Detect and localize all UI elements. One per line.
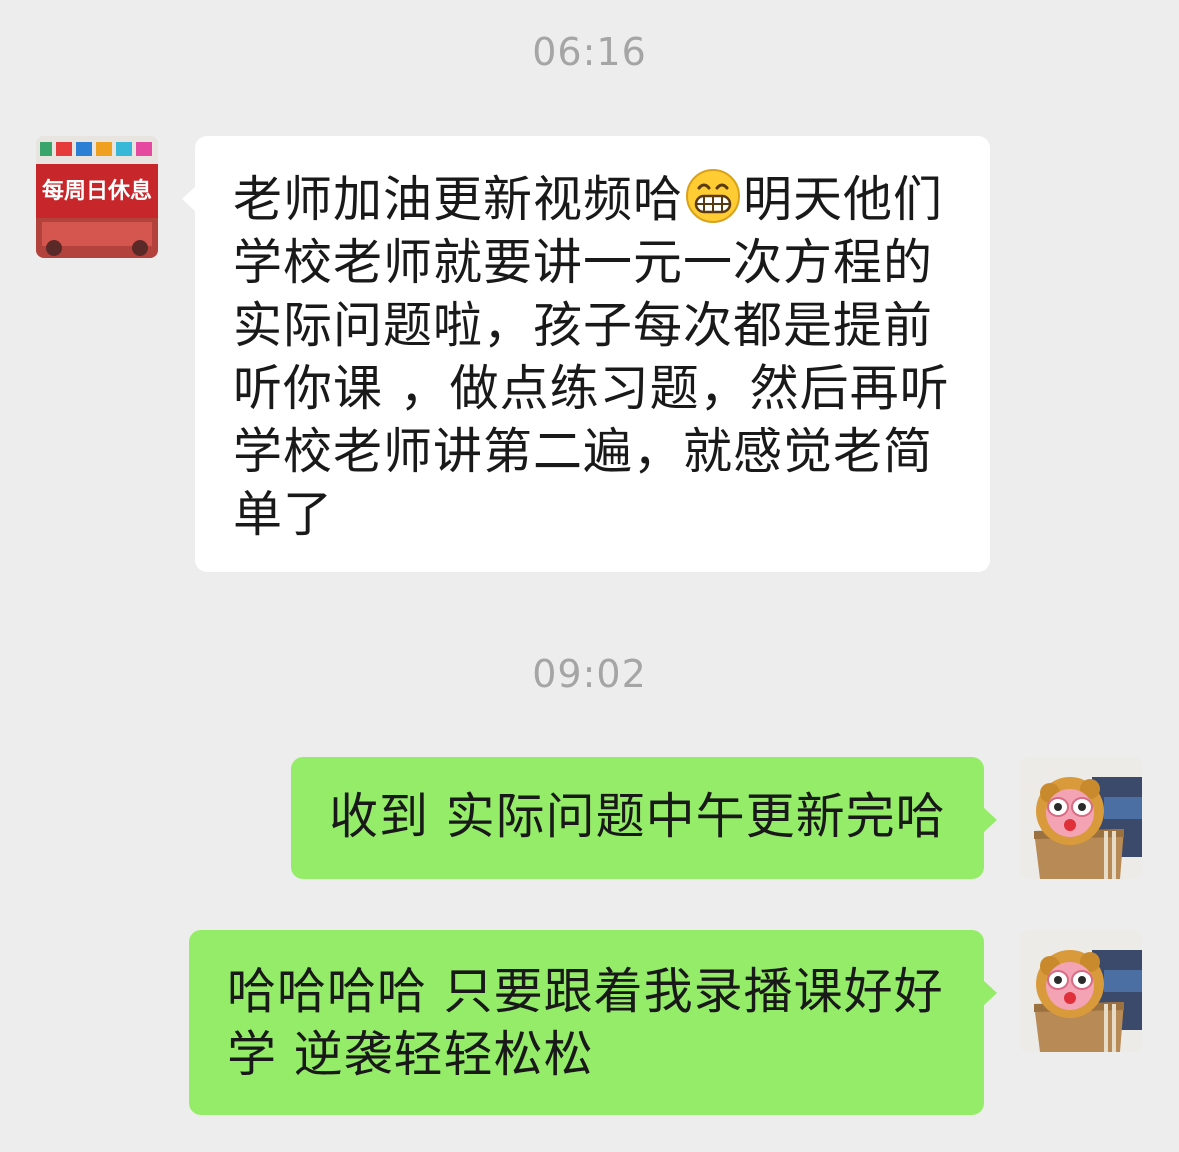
grinning-face-emoji-icon: [685, 168, 741, 224]
message-text-part-1: 老师加油更新视频哈: [233, 171, 684, 228]
message-text: 收到 实际问题中午更新完哈: [329, 788, 946, 845]
avatar-sign-text: 每周日休息: [42, 178, 152, 204]
timestamp: 06:16: [532, 30, 647, 74]
outgoing-message-bubble[interactable]: 哈哈哈哈 只要跟着我录播课好好学 逆袭轻轻松松: [189, 930, 997, 1115]
incoming-message-bubble[interactable]: 老师加油更新视频哈 明天他们学校老师就要讲一元一次方程的实际问题啦，孩子每次都是…: [182, 136, 990, 572]
message-text: 哈哈哈哈 只要跟着我录播课好好学 逆袭轻轻松松: [227, 963, 944, 1083]
timestamp: 09:02: [532, 652, 647, 696]
my-avatar-image: [1020, 930, 1142, 1052]
my-avatar-image: [1020, 757, 1142, 879]
contact-avatar[interactable]: 每周日休息: [36, 136, 158, 258]
bubble-tail: [983, 980, 997, 1006]
outgoing-message-bubble[interactable]: 收到 实际问题中午更新完哈: [291, 757, 997, 879]
bubble-tail: [983, 807, 997, 833]
contact-avatar-image: 每周日休息: [36, 136, 158, 258]
bubble-tail: [182, 186, 196, 212]
my-avatar[interactable]: [1020, 757, 1142, 879]
my-avatar[interactable]: [1020, 930, 1142, 1052]
